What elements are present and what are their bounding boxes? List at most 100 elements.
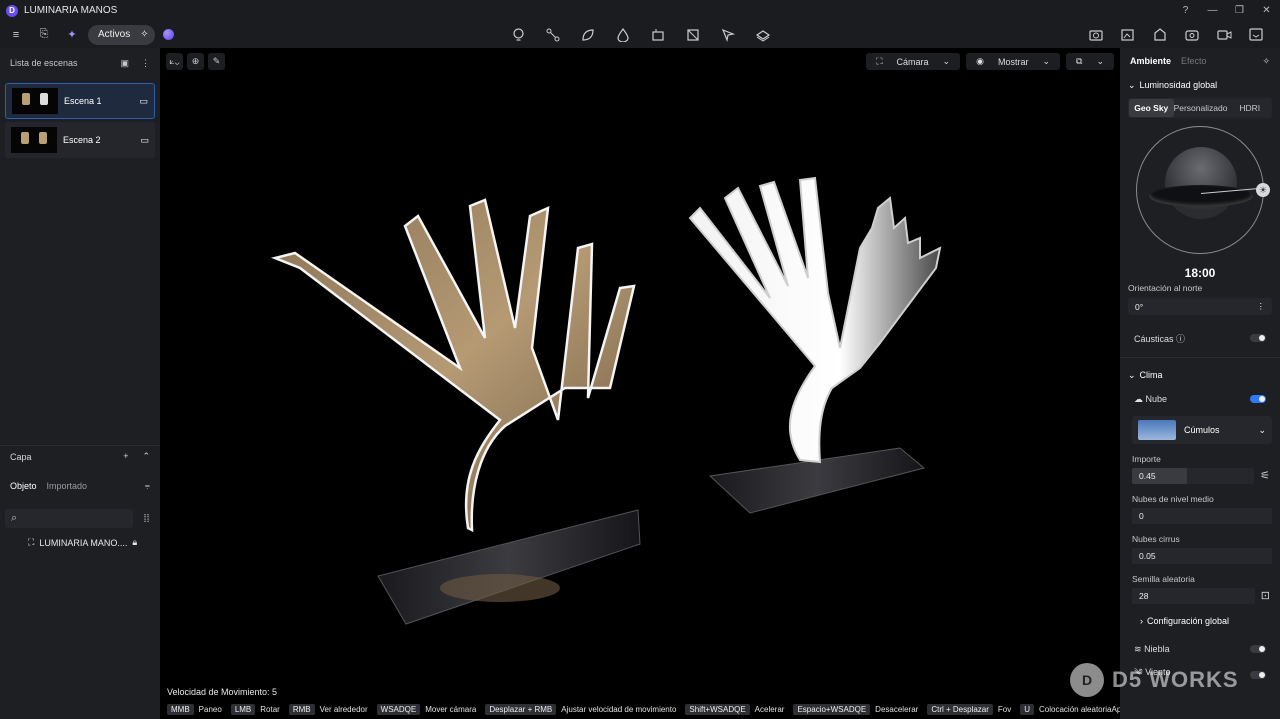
add-layer-icon[interactable]: + [123,451,128,462]
water-drop-icon[interactable] [613,25,633,45]
left-panel: Lista de escenas ▣ ⋮ Escena 1 ▭ Escena 2… [0,48,160,719]
mode-hdri[interactable]: HDRI [1227,99,1272,117]
tab-imported[interactable]: Importado [47,481,88,491]
assets-button[interactable]: Activos ✧ [88,24,155,45]
title-bar: D LUMINARIA MANOS ? — ❐ ✕ [0,0,1280,21]
object-label: LUMINARIA MANO.... [39,537,128,548]
wind-toggle[interactable] [1250,671,1266,679]
tab-object[interactable]: Objeto [10,481,37,491]
leaf-icon[interactable] [578,25,598,45]
info-icon[interactable]: ⓘ [1176,334,1185,344]
cloud-type-select[interactable]: Cúmulos ⌄ [1132,416,1272,444]
weather-section[interactable]: ⌄ Clima [1120,364,1280,386]
pen-icon[interactable]: ✎ [208,53,225,70]
material-icon[interactable] [648,25,668,45]
mode-geo-sky[interactable]: Geo Sky [1129,99,1174,117]
caustics-toggle[interactable] [1250,334,1266,342]
object-tabs: Objeto Importado ⩦ [0,480,160,491]
import-file-icon[interactable]: ⎘ [34,25,54,45]
scene-item-2[interactable]: Escena 2 ▭ [5,122,155,158]
capture-icon[interactable] [1086,25,1106,45]
show-dropdown[interactable]: ◉ Mostrar ⌄ [966,53,1061,70]
close-button[interactable]: ✕ [1253,0,1280,21]
sun-handle-icon[interactable]: ☀ [1256,183,1270,197]
viewport[interactable]: ⟀⌄ ⊕ ✎ ⛶ Cámara ⌄ ◉ Mostrar ⌄ ⧉ ⌄ Veloci… [160,48,1120,719]
path-tool-icon[interactable] [543,25,563,45]
camera-view-icon[interactable]: ▭ [139,96,148,107]
hint-key: Espacio+WSADQE [793,704,871,715]
seed-label: Semilla aleatoria [1132,574,1195,584]
amount-slider[interactable]: 0.45 [1132,468,1255,484]
view-mode-dropdown[interactable]: ⧉ ⌄ [1066,53,1114,70]
display-icon: ⧉ [1071,53,1088,70]
global-light-section[interactable]: ⌄ Luminosidad global [1120,74,1280,96]
randomize-icon[interactable]: ⊡ [1261,589,1270,602]
global-config-section[interactable]: › Configuración global [1120,610,1280,632]
hint-desc: Ajustar velocidad de movimiento [561,705,677,714]
help-icon[interactable]: ? [1172,0,1199,21]
adjust-icon[interactable]: ⚟ [1260,469,1270,482]
lock-icon[interactable]: 🔒︎ [132,537,137,548]
object-search-input[interactable]: ⌕ [5,509,133,528]
scene-thumbnail [12,88,58,114]
horizon-disc [1149,185,1253,207]
cirrus-slider[interactable]: 0.05 [1132,548,1272,564]
watermark: D D5 WORKS [1070,663,1239,697]
orb-icon[interactable] [162,29,174,40]
axis-icon[interactable]: ⟀⌄ [166,53,183,70]
minimize-button[interactable]: — [1199,0,1226,21]
assets-label: Activos [98,29,131,40]
texture-icon[interactable] [683,25,703,45]
app-logo-icon: D [6,4,18,17]
mid-clouds-slider[interactable]: 0 [1132,508,1272,524]
scene-item-1[interactable]: Escena 1 ▭ [5,83,155,119]
tab-ambient[interactable]: Ambiente [1130,56,1171,66]
hint-key: U [1020,704,1035,715]
add-scene-icon[interactable]: ▣ [120,58,129,69]
scene-list-header: Lista de escenas ▣ ⋮ [0,48,160,78]
model-icon: ⛶ [28,537,35,547]
hint-desc: Colocación aleatoriaApagado [1039,705,1120,714]
layers-icon[interactable] [753,25,773,45]
output-icon[interactable] [1246,25,1266,45]
render-image-icon[interactable] [1118,25,1138,45]
cloud-toggle[interactable] [1250,395,1266,403]
shortcut-hints: MMB Paneo LMB Rotar RMB Ver alrededor WSADQ… [167,704,1120,715]
cloud-row: ☁ Nube [1120,386,1280,412]
pin-icon[interactable] [718,25,738,45]
maximize-button[interactable]: ❐ [1226,0,1253,21]
camera-view-icon[interactable]: ▭ [140,135,149,146]
object-list-item[interactable]: ⛶ LUMINARIA MANO.... 🔒︎ [28,537,137,548]
grid-view-icon[interactable]: ⁞⁞ [137,509,156,528]
chevron-down-icon: ⌄ [1037,53,1056,70]
hint-key: Desplazar + RMB [485,704,557,715]
scene-thumbnail [11,127,57,153]
section-title: Luminosidad global [1139,80,1218,90]
sparkle-icon: ✧ [140,29,149,40]
north-input[interactable]: 0° ⋮ [1128,298,1272,315]
chevron-down-icon: ⌄ [1091,53,1109,70]
more-icon[interactable]: ⋮ [1257,301,1266,312]
menu-icon[interactable]: ≡ [6,25,26,45]
chevron-down-icon: ⌄ [1258,424,1266,435]
mode-custom[interactable]: Personalizado [1174,99,1228,117]
fog-icon: ≋ [1134,643,1142,654]
light-bulb-icon[interactable] [508,25,528,45]
sparkle-icon[interactable]: ✧ [1262,56,1270,67]
hint-key: WSADQE [376,704,421,715]
tab-effect[interactable]: Efecto [1181,56,1207,66]
camera-dropdown[interactable]: ⛶ Cámara ⌄ [866,53,961,70]
mid-clouds-label: Nubes de nivel medio [1132,494,1214,504]
seed-input[interactable]: 28 [1132,588,1255,604]
sun-dial[interactable]: ☀ [1136,126,1270,254]
movement-speed: Velocidad de Movimiento: 5 [167,687,278,697]
panorama-icon[interactable] [1150,25,1170,45]
fog-toggle[interactable] [1250,645,1266,653]
filter-icon[interactable]: ⩦ [145,480,150,491]
camera-icon[interactable] [1182,25,1202,45]
ai-assist-icon[interactable]: ✦ [62,25,82,45]
video-icon[interactable] [1214,25,1234,45]
collapse-icon[interactable]: ⌃ [142,451,150,462]
more-icon[interactable]: ⋮ [141,58,150,69]
globe-icon[interactable]: ⊕ [187,53,204,70]
